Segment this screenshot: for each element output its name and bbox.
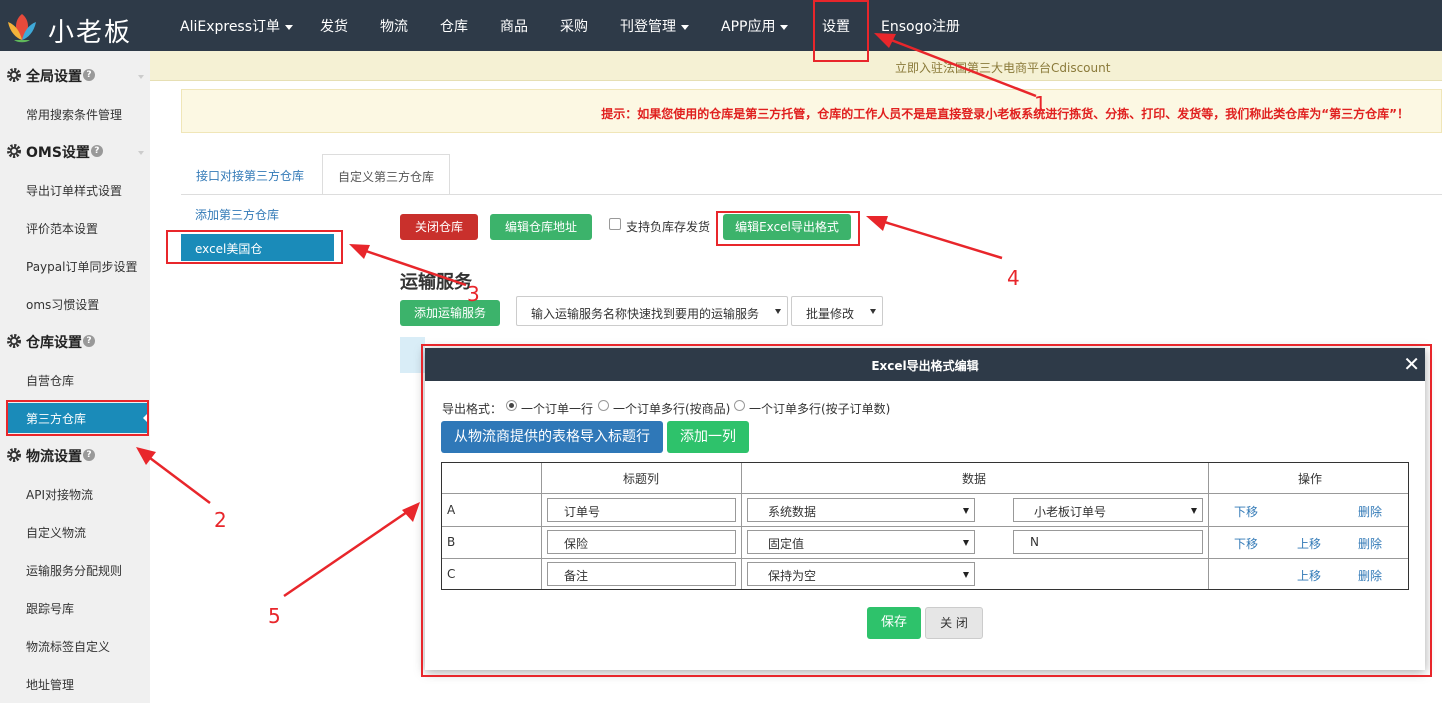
negative-stock-checkbox[interactable] xyxy=(609,218,621,230)
chevron-down-icon xyxy=(138,75,144,79)
annotation-box-modal xyxy=(421,344,1432,677)
tabs-divider xyxy=(181,194,1442,195)
annotation-label-4: 4 xyxy=(1007,266,1020,290)
tab-api-third-party[interactable]: 接口对接第三方仓库 xyxy=(181,154,321,195)
caret-down-icon xyxy=(681,24,689,30)
nav-logistics[interactable]: 物流 xyxy=(380,16,408,36)
app-logo[interactable]: 小老板 xyxy=(4,8,144,48)
shipping-service-title: 运输服务 xyxy=(400,272,472,293)
annotation-label-2: 2 xyxy=(214,508,227,532)
add-third-party-warehouse-link[interactable]: 添加第三方仓库 xyxy=(195,206,279,223)
sidebar-item-oms-habits[interactable]: oms习惯设置 xyxy=(26,296,99,313)
sidebar-item-paypal-sync[interactable]: Paypal订单同步设置 xyxy=(26,258,137,275)
nav-ensogo-register[interactable]: Ensogo注册 xyxy=(881,16,960,36)
sidebar-section-warehouse[interactable]: 仓库设置? xyxy=(6,332,95,352)
chevron-down-icon xyxy=(138,151,144,155)
nav-listing[interactable]: 刊登管理 xyxy=(620,16,689,36)
gear-icon xyxy=(7,448,21,462)
sidebar-item-address-manage[interactable]: 地址管理 xyxy=(26,676,74,693)
add-shipping-service-button[interactable]: 添加运输服务 xyxy=(400,300,500,326)
caret-down-icon xyxy=(870,309,876,314)
sidebar-item-review-template[interactable]: 评价范本设置 xyxy=(26,220,98,237)
sidebar-item-search-conditions[interactable]: 常用搜索条件管理 xyxy=(26,106,122,123)
nav-app[interactable]: APP应用 xyxy=(721,16,789,36)
promo-banner[interactable]: 立即入驻法国第三大电商平台Cdiscount xyxy=(150,51,1442,81)
help-icon[interactable]: ? xyxy=(83,449,95,461)
logo-text: 小老板 xyxy=(48,18,133,48)
sidebar-section-oms[interactable]: OMS设置? xyxy=(6,142,103,162)
sidebar-item-api-logistics[interactable]: API对接物流 xyxy=(26,486,93,503)
shipping-service-search-select[interactable]: 输入运输服务名称快速找到要用的运输服务 xyxy=(516,296,788,326)
sidebar-item-export-order-style[interactable]: 导出订单样式设置 xyxy=(26,182,122,199)
nav-shipping[interactable]: 发货 xyxy=(320,16,348,36)
sidebar: 全局设置? 常用搜索条件管理 OMS设置? 导出订单样式设置 评价范本设置 Pa… xyxy=(0,51,150,703)
help-icon[interactable]: ? xyxy=(83,69,95,81)
edit-address-button[interactable]: 编辑仓库地址 xyxy=(490,214,592,240)
annotation-label-3: 3 xyxy=(467,282,480,306)
caret-down-icon xyxy=(285,24,294,30)
annotation-box-settings xyxy=(813,0,869,62)
negative-stock-label: 支持负库存发货 xyxy=(626,220,711,234)
sidebar-section-logistics[interactable]: 物流设置? xyxy=(6,446,95,466)
nav-warehouse[interactable]: 仓库 xyxy=(440,16,468,36)
close-warehouse-button[interactable]: 关闭仓库 xyxy=(400,214,478,240)
nav-aliexpress-orders[interactable]: AliExpress订单 xyxy=(180,16,294,36)
gear-icon xyxy=(7,334,21,348)
sidebar-item-custom-logistics[interactable]: 自定义物流 xyxy=(26,524,86,541)
caret-down-icon xyxy=(775,309,781,314)
annotation-box-excel-warehouse xyxy=(166,230,343,264)
bulk-edit-select[interactable]: 批量修改 xyxy=(791,296,883,326)
nav-purchase[interactable]: 采购 xyxy=(560,16,588,36)
help-icon[interactable]: ? xyxy=(90,145,103,157)
tab-custom-third-party[interactable]: 自定义第三方仓库 xyxy=(322,154,450,195)
help-icon[interactable]: ? xyxy=(83,335,95,347)
gear-icon xyxy=(7,68,21,82)
sidebar-item-shipping-rules[interactable]: 运输服务分配规则 xyxy=(26,562,122,579)
caret-down-icon xyxy=(780,24,789,30)
gear-icon xyxy=(7,144,21,158)
top-navbar: 小老板 AliExpress订单 发货 物流 仓库 商品 采购 刊登管理 APP… xyxy=(0,0,1442,51)
sidebar-item-tracking-numbers[interactable]: 跟踪号库 xyxy=(26,600,74,617)
nav-products[interactable]: 商品 xyxy=(500,16,528,36)
annotation-box-third-party xyxy=(6,400,149,436)
tip-box: 提示：如果您使用的仓库是第三方托管，仓库的工作人员不是是直接登录小老板系统进行拣… xyxy=(181,89,1442,133)
sidebar-item-label-custom[interactable]: 物流标签自定义 xyxy=(26,638,110,655)
sidebar-item-own-warehouse[interactable]: 自营仓库 xyxy=(26,372,74,389)
annotation-label-5: 5 xyxy=(268,604,281,628)
sidebar-section-global[interactable]: 全局设置? xyxy=(6,66,95,86)
logo-flower-icon xyxy=(8,14,36,43)
annotation-box-edit-excel xyxy=(716,211,860,246)
annotation-label-1: 1 xyxy=(1034,92,1047,116)
